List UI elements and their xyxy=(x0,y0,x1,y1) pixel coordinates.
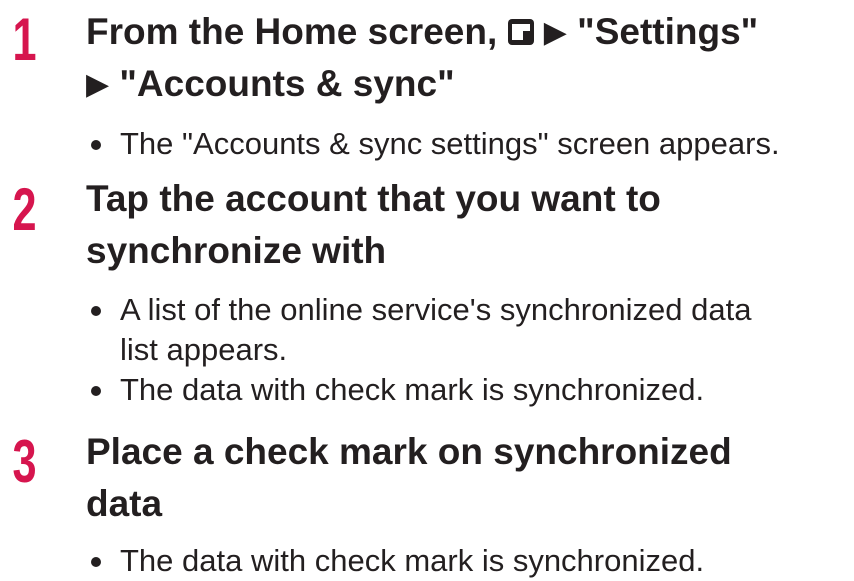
step-1-heading-line-1: From the Home screen, ▶ "Settings" xyxy=(86,6,758,58)
arrow-right-icon: ▶ xyxy=(86,68,110,101)
list-item-continuation-text: list appears. xyxy=(120,332,288,367)
step-1-bullets: The "Accounts & sync settings" screen ap… xyxy=(88,124,780,164)
step-2-number: 2 xyxy=(12,176,37,243)
step-1-heading-line-2: ▶ "Accounts & sync" xyxy=(86,58,758,110)
list-item: The "Accounts & sync settings" screen ap… xyxy=(88,124,780,164)
step-3-number: 3 xyxy=(12,428,37,495)
list-item-continuation: list appears. xyxy=(88,330,751,370)
step-2-heading-line-1: Tap the account that you want to xyxy=(86,178,661,219)
list-item: The data with check mark is synchronized… xyxy=(88,370,751,410)
step-1-number: 1 xyxy=(12,6,37,73)
step-3-heading-line-1: Place a check mark on synchronized xyxy=(86,431,732,472)
step-1-settings-target: "Settings" xyxy=(577,11,759,52)
list-item: The data with check mark is synchronized… xyxy=(88,541,704,581)
menu-key-icon xyxy=(507,19,534,45)
list-item: A list of the online service's synchroni… xyxy=(88,290,751,330)
step-3-bullets: The data with check mark is synchronized… xyxy=(88,541,704,581)
step-1-heading: From the Home screen, ▶ "Settings" ▶ "Ac… xyxy=(86,6,758,110)
step-3-heading-line-2: data xyxy=(86,483,163,524)
arrow-right-icon: ▶ xyxy=(543,16,567,49)
step-1-accounts-target: "Accounts & sync" xyxy=(119,63,455,104)
step-1-heading-text: From the Home screen, xyxy=(86,11,498,52)
step-2-heading: Tap the account that you want to synchro… xyxy=(86,173,661,277)
step-2-bullets: A list of the online service's synchroni… xyxy=(88,290,751,410)
step-3-heading: Place a check mark on synchronized data xyxy=(86,426,732,530)
step-2-heading-line-2: synchronize with xyxy=(86,230,387,271)
